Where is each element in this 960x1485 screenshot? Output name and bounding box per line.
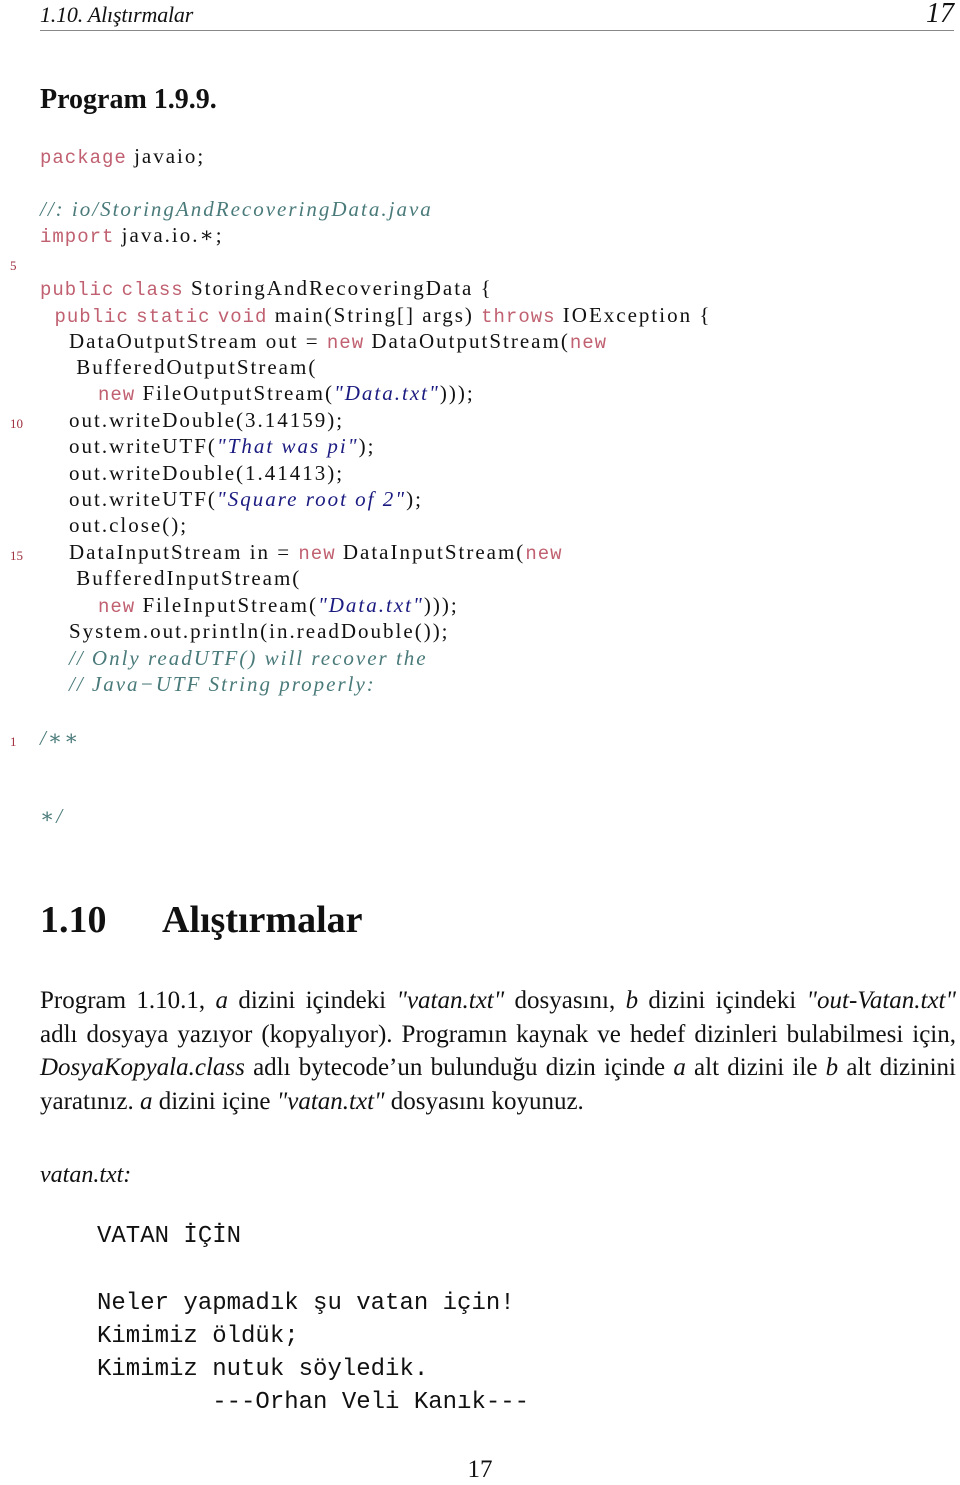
code-keyword: package (40, 147, 127, 169)
footer-page-number: 17 (467, 1456, 493, 1483)
line-number: 15 (10, 548, 23, 563)
code-text: out.close(); (40, 513, 189, 537)
code-text: out.writeDouble(1.41413); (40, 461, 345, 485)
line-number: 5 (10, 258, 17, 273)
poem-title: VATAN İÇİN (97, 1223, 242, 1250)
running-head-section: 1.10. Alıştırmalar (40, 2, 194, 27)
code-keyword: new (326, 332, 365, 354)
exercise-paragraph: Program 1.10.1, a dizini içindeki "vatan… (40, 984, 956, 1118)
program-title: Program 1.9.9. (40, 84, 217, 115)
text: adlı dosyaya yazıyor (kopyalıyor). Progr… (40, 1020, 956, 1048)
code-keyword: static (136, 306, 211, 328)
code-text: DataOutputStream( (364, 329, 570, 353)
code-keyword: throws (481, 306, 556, 328)
code-text: ); (406, 487, 423, 511)
code-text: FileInputStream( (135, 593, 318, 617)
code-comment: // Java−UTF String properly: (40, 672, 376, 696)
code-comment: /∗∗ (40, 726, 81, 750)
text: adlı bytecode’un bulunduğu dizin içinde (244, 1054, 674, 1081)
running-head-page-number: 17 (926, 0, 954, 29)
code-text: FileOutputStream( (135, 381, 334, 405)
dir-a: a (215, 987, 229, 1014)
line-number: 10 (10, 416, 23, 431)
code-text: ))); (439, 381, 475, 405)
poem-line: Neler yapmadık şu vatan için! (97, 1289, 515, 1317)
text: alt dizini ile (685, 1054, 826, 1081)
text: Program 1.10.1, (40, 987, 216, 1014)
code-keyword: public (54, 306, 129, 328)
text: dizini içine (152, 1087, 277, 1115)
code-string: "That was pi" (216, 434, 359, 458)
file-name: "out-Vatan.txt" (806, 987, 956, 1014)
text: dosyasını koyunuz. (384, 1087, 584, 1115)
code-comment: // Only readUTF() will recover the (40, 646, 428, 670)
file-name: "vatan.txt" (276, 1087, 385, 1115)
poem-blank (97, 1253, 529, 1286)
code-string: "Data.txt" (317, 593, 424, 617)
poem-block: VATAN İÇİN Neler yapmadık şu vatan için!… (97, 1220, 529, 1420)
line-number: 1 (10, 734, 17, 749)
code-text: DataOutputStream out = (40, 329, 327, 353)
text: dosyasını, (504, 987, 626, 1014)
code-keyword: new (98, 384, 136, 406)
code-keyword: new (98, 596, 136, 618)
file-label: vatan.txt: (40, 1162, 132, 1188)
code-keyword: new (525, 543, 563, 565)
poem-line: Kimimiz öldük; (97, 1322, 299, 1350)
code-string: "Data.txt" (333, 381, 440, 405)
code-text: IOException { (555, 303, 712, 327)
code-keyword: void (217, 306, 268, 328)
code-text: out.writeUTF( (40, 434, 217, 458)
code-text: out.writeDouble(3.14159); (40, 408, 345, 432)
code-string: "Square root of 2" (216, 487, 407, 511)
code-text: ); (358, 434, 376, 458)
code-text: DataInputStream in = (40, 540, 299, 564)
code-text: System.out.println(in.readDouble()); (40, 619, 450, 643)
code-keyword: new (569, 332, 608, 354)
text: dizini içindeki (638, 987, 807, 1014)
dir-a: a (139, 1087, 153, 1115)
code-keyword: import (40, 226, 115, 248)
code-text: BufferedInputStream( (40, 566, 302, 590)
code-text: main(String[] args) (267, 303, 482, 327)
code-text: BufferedOutputStream( (40, 355, 318, 379)
poem-author: ---Orhan Veli Kanık--- (97, 1389, 530, 1417)
class-name: DosyaKopyala.class (40, 1054, 245, 1081)
running-head: 1.10. Alıştırmalar 17 (40, 0, 954, 31)
dir-b: b (825, 1054, 839, 1081)
text: dizini içindeki (228, 987, 397, 1014)
poem-line: Kimimiz nutuk söyledik. (97, 1356, 429, 1384)
code-text: javaio; (126, 144, 206, 168)
code-comment: ∗/ (40, 804, 65, 828)
code-keyword: new (298, 543, 336, 565)
section-title: Alıştırmalar (162, 899, 363, 941)
file-name: "vatan.txt" (396, 987, 505, 1014)
dir-a: a (673, 1054, 686, 1081)
code-comment: //: io/StoringAndRecoveringData.java (40, 197, 433, 221)
section-heading: 1.10 Alıştırmalar (40, 898, 363, 942)
dir-b: b (625, 987, 639, 1014)
code-text: StoringAndRecoveringData { (183, 276, 493, 300)
section-number: 1.10 (40, 899, 107, 941)
code-text: java.io.∗; (114, 223, 224, 247)
code-keyword: class (121, 279, 184, 301)
code-text: out.writeUTF( (40, 487, 217, 511)
code-text: DataInputStream( (335, 540, 526, 564)
code-text: ))); (423, 593, 459, 617)
code-keyword: public (40, 279, 115, 301)
